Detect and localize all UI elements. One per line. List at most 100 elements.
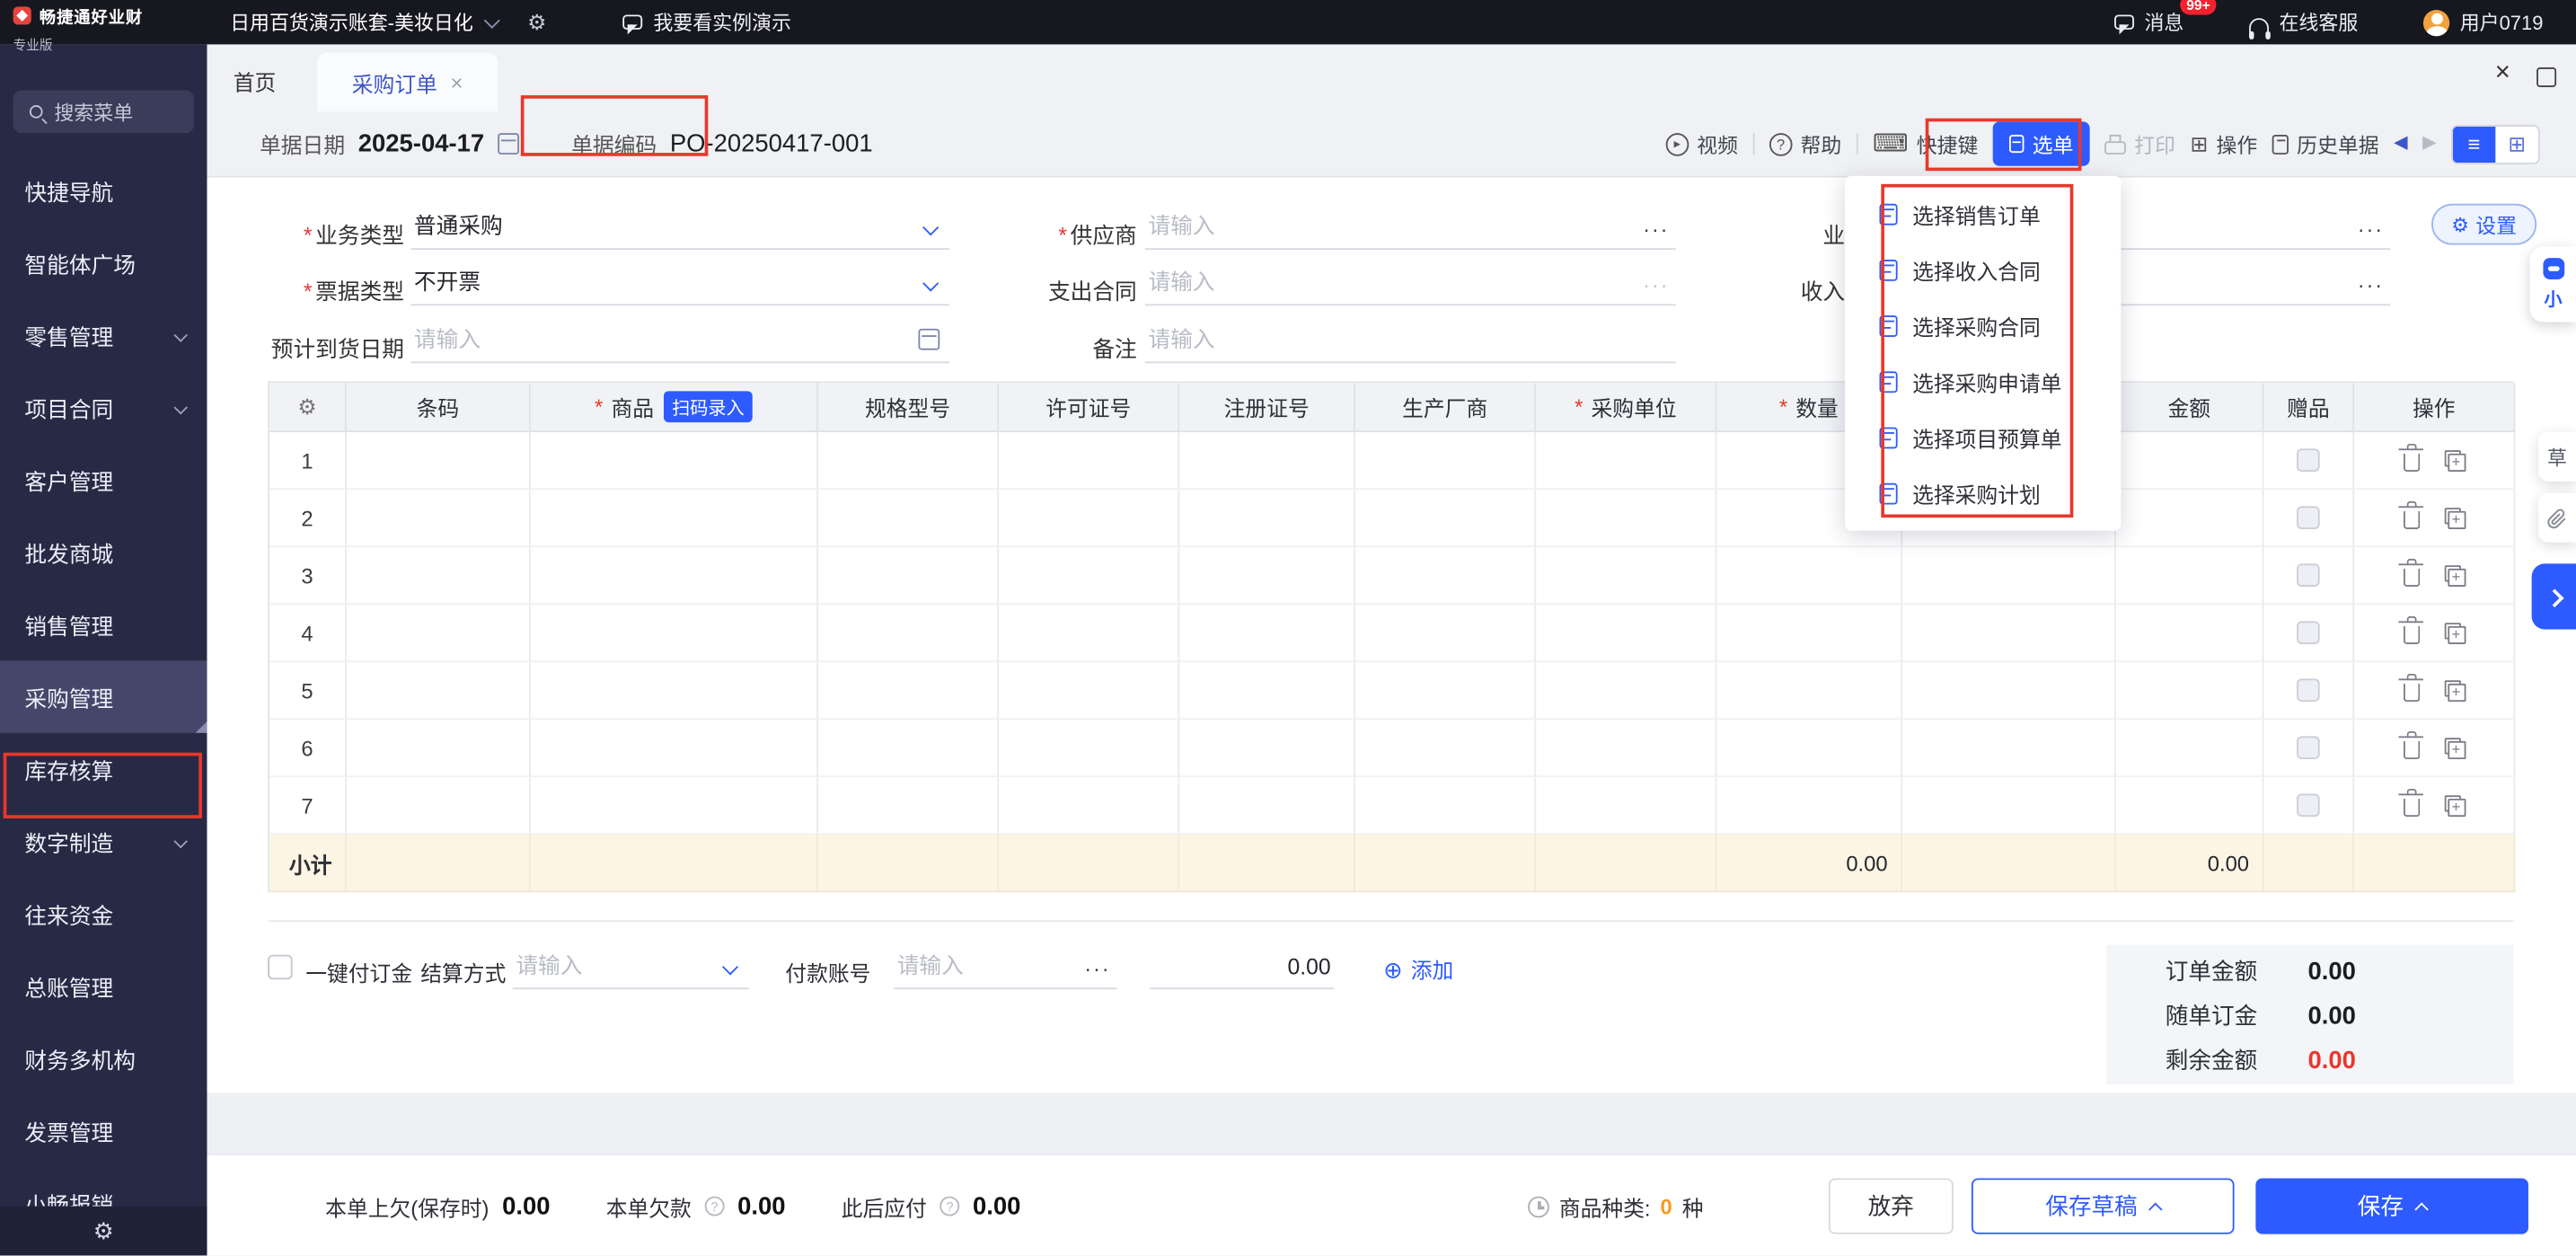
more-icon[interactable]: ··· bbox=[2358, 217, 2384, 241]
table-cell[interactable] bbox=[1536, 432, 1716, 490]
table-cell[interactable] bbox=[818, 432, 999, 490]
table-cell[interactable] bbox=[347, 662, 531, 720]
supplier-input[interactable]: 请输入 ··· bbox=[1145, 204, 1676, 250]
copy-row-icon[interactable] bbox=[2444, 794, 2466, 816]
table-cell[interactable] bbox=[2116, 720, 2264, 777]
prev-doc-icon[interactable] bbox=[2394, 135, 2407, 153]
copy-row-icon[interactable] bbox=[2444, 622, 2466, 643]
table-cell[interactable] bbox=[999, 432, 1179, 490]
table-cell[interactable] bbox=[999, 547, 1179, 605]
table-cell[interactable] bbox=[1355, 720, 1536, 777]
sidebar-item-project-contract[interactable]: 项目合同 bbox=[0, 371, 207, 443]
menu-item-select-project-budget[interactable]: 选择项目预算单 bbox=[1845, 409, 2121, 464]
gift-checkbox[interactable] bbox=[2297, 736, 2320, 759]
sidebar-item-purchase[interactable]: 采购管理 bbox=[0, 660, 207, 732]
add-payment-button[interactable]: 添加 bbox=[1383, 953, 1453, 985]
table-cell[interactable] bbox=[818, 777, 999, 835]
draft-dock-button[interactable]: 草 bbox=[2538, 432, 2576, 482]
sidebar-item-invoice[interactable]: 发票管理 bbox=[0, 1094, 207, 1166]
gift-checkbox[interactable] bbox=[2297, 563, 2320, 587]
table-cell[interactable] bbox=[531, 720, 818, 777]
next-doc-icon[interactable] bbox=[2422, 135, 2436, 153]
gift-checkbox[interactable] bbox=[2297, 506, 2320, 529]
gear-icon[interactable] bbox=[527, 12, 546, 33]
sidebar-settings[interactable] bbox=[0, 1207, 207, 1256]
delete-row-icon[interactable] bbox=[2403, 454, 2419, 472]
table-cell[interactable] bbox=[531, 662, 818, 720]
menu-item-select-purchase-plan[interactable]: 选择采购计划 bbox=[1845, 465, 2121, 521]
table-cell[interactable] bbox=[1355, 547, 1536, 605]
sidebar-item-inventory[interactable]: 库存核算 bbox=[0, 733, 207, 805]
table-cell[interactable] bbox=[1536, 547, 1716, 605]
fullscreen-icon[interactable] bbox=[2536, 67, 2556, 87]
delete-row-icon[interactable] bbox=[2403, 684, 2419, 702]
sidebar-item-quick-nav[interactable]: 快捷导航 bbox=[0, 155, 207, 226]
table-cell[interactable] bbox=[1536, 662, 1716, 720]
table-cell[interactable] bbox=[531, 777, 818, 835]
menu-item-select-purchase-request[interactable]: 选择采购申请单 bbox=[1845, 353, 2121, 409]
select-doc-button[interactable]: 选单 bbox=[1993, 121, 2090, 165]
table-cell[interactable] bbox=[1716, 605, 1902, 662]
table-cell[interactable] bbox=[1179, 547, 1355, 605]
table-cell[interactable] bbox=[999, 605, 1179, 662]
copy-row-icon[interactable] bbox=[2444, 564, 2466, 586]
table-cell[interactable] bbox=[1355, 662, 1536, 720]
table-cell[interactable] bbox=[1179, 720, 1355, 777]
more-icon[interactable]: ··· bbox=[1643, 217, 1669, 241]
sidebar-item-wholesale-mall[interactable]: 批发商城 bbox=[0, 516, 207, 588]
table-cell[interactable] bbox=[1355, 605, 1536, 662]
table-cell[interactable] bbox=[2116, 432, 2264, 490]
close-icon[interactable] bbox=[2495, 61, 2510, 87]
column-settings-gear-icon[interactable] bbox=[297, 396, 316, 418]
account-selector[interactable]: 日用百货演示账套-美妆日化 bbox=[230, 8, 498, 36]
table-cell[interactable] bbox=[818, 490, 999, 547]
menu-item-select-sales-order[interactable]: 选择销售订单 bbox=[1845, 186, 2121, 242]
table-cell[interactable] bbox=[1179, 662, 1355, 720]
scan-entry-button[interactable]: 扫码录入 bbox=[664, 391, 753, 422]
hotkey-button[interactable]: 快捷键 bbox=[1873, 128, 1978, 160]
table-cell[interactable] bbox=[1179, 777, 1355, 835]
table-cell[interactable] bbox=[1355, 777, 1536, 835]
table-cell[interactable] bbox=[818, 662, 999, 720]
table-cell[interactable] bbox=[2116, 662, 2264, 720]
assistant-dock-button[interactable]: 小 bbox=[2530, 246, 2576, 322]
demo-link[interactable]: 我要看实例演示 bbox=[622, 8, 791, 36]
video-button[interactable]: 视频 bbox=[1666, 128, 1739, 160]
table-cell[interactable] bbox=[818, 547, 999, 605]
table-cell[interactable] bbox=[1355, 490, 1536, 547]
table-cell[interactable] bbox=[1179, 605, 1355, 662]
delete-row-icon[interactable] bbox=[2403, 799, 2419, 817]
arrival-date-input[interactable]: 请输入 bbox=[410, 317, 949, 363]
table-cell[interactable] bbox=[531, 490, 818, 547]
support-button[interactable]: 在线客服 bbox=[2250, 8, 2359, 36]
messages-button[interactable]: 消息 99+ bbox=[2115, 8, 2184, 36]
delete-row-icon[interactable] bbox=[2403, 569, 2419, 587]
more-icon[interactable]: ··· bbox=[1084, 957, 1110, 981]
table-cell[interactable] bbox=[1355, 432, 1536, 490]
sidebar-item-funds[interactable]: 往来资金 bbox=[0, 878, 207, 950]
copy-row-icon[interactable] bbox=[2444, 449, 2466, 471]
bill-type-select[interactable]: 不开票 bbox=[410, 260, 949, 305]
table-cell[interactable] bbox=[1902, 662, 2116, 720]
expand-dock-button[interactable] bbox=[2532, 563, 2576, 629]
table-cell[interactable] bbox=[1716, 777, 1902, 835]
app-logo[interactable]: 畅捷通好业财 专业版 bbox=[0, 0, 207, 44]
gift-checkbox[interactable] bbox=[2297, 678, 2320, 702]
table-cell[interactable] bbox=[999, 662, 1179, 720]
table-cell[interactable] bbox=[1536, 777, 1716, 835]
business-type-select[interactable]: 普通采购 bbox=[410, 204, 949, 250]
sidebar-item-ai-plaza[interactable]: 智能体广场 bbox=[0, 226, 207, 298]
table-cell[interactable] bbox=[347, 547, 531, 605]
save-button[interactable]: 保存 bbox=[2255, 1178, 2528, 1234]
history-button[interactable]: 历史单据 bbox=[2272, 128, 2379, 160]
table-cell[interactable] bbox=[1902, 720, 2116, 777]
sidebar-item-customer[interactable]: 客户管理 bbox=[0, 444, 207, 516]
calendar-icon[interactable] bbox=[498, 133, 519, 155]
table-cell[interactable] bbox=[2116, 777, 2264, 835]
copy-row-icon[interactable] bbox=[2444, 737, 2466, 758]
delete-row-icon[interactable] bbox=[2403, 511, 2419, 529]
delete-row-icon[interactable] bbox=[2403, 626, 2419, 644]
table-cell[interactable] bbox=[1536, 490, 1716, 547]
attachment-dock-button[interactable] bbox=[2538, 493, 2576, 543]
more-icon[interactable]: ··· bbox=[1643, 273, 1669, 297]
